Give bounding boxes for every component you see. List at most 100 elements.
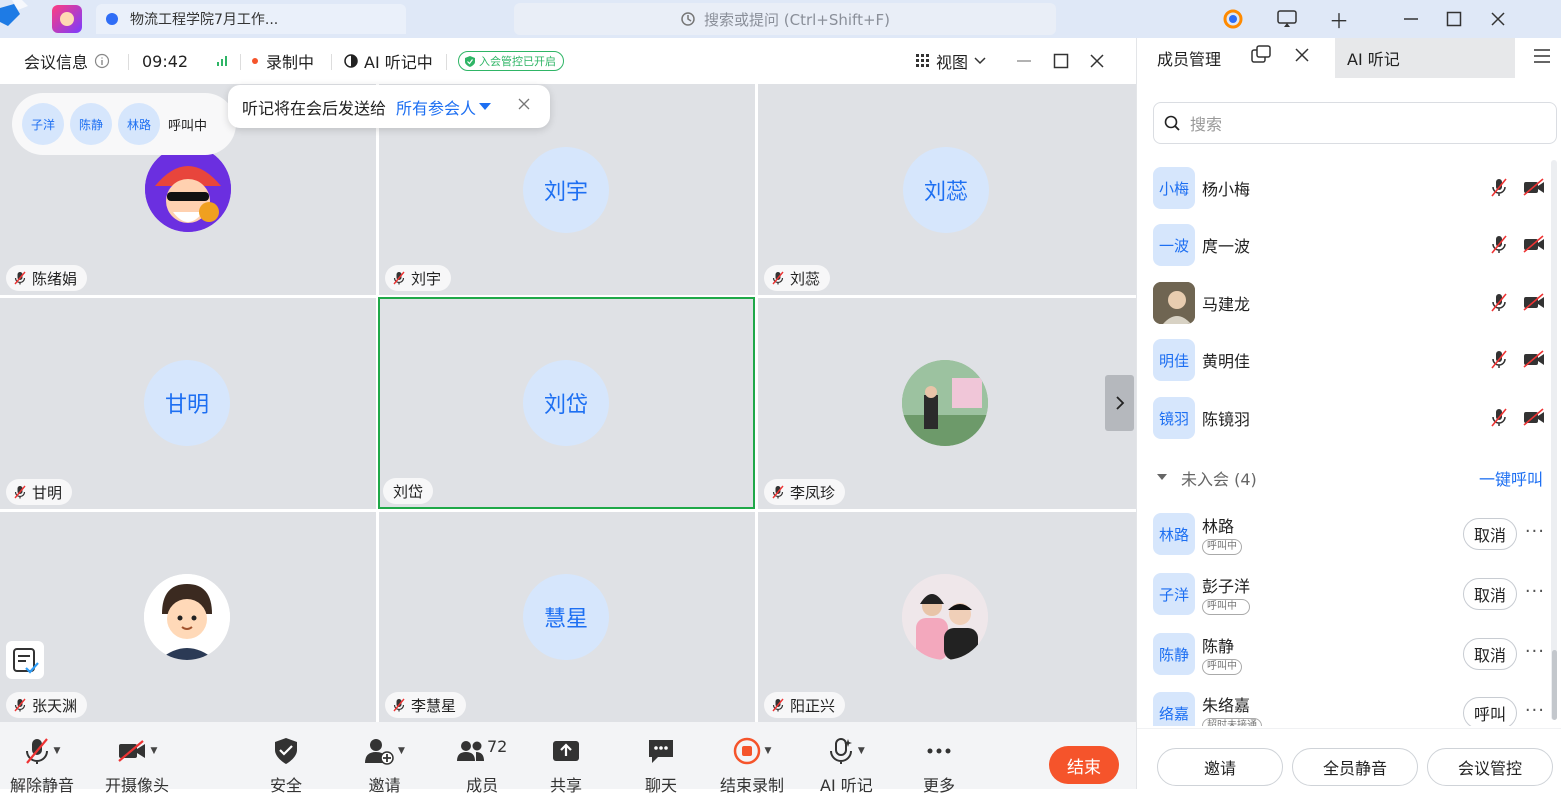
app-avatar-icon[interactable] (52, 5, 82, 33)
member-avatar: 小梅 (1153, 167, 1195, 209)
more-options-icon[interactable]: ··· (1525, 581, 1545, 602)
invite-button[interactable]: ▼ 邀请 (364, 736, 405, 796)
chevron-down-icon (974, 57, 986, 65)
share-label: 共享 (550, 776, 583, 795)
ai-notes-button[interactable]: ▼ AI 听记 (820, 736, 873, 796)
ai-listening-status[interactable]: AI 听记中 (344, 38, 433, 84)
more-options-icon[interactable]: ··· (1525, 700, 1545, 721)
browser-search-box[interactable]: 搜索或提问 (Ctrl+Shift+F) (514, 3, 1056, 35)
admission-control-badge[interactable]: 入会管控已开启 (458, 38, 564, 84)
notes-shortcut-button[interactable] (6, 641, 44, 679)
member-muted-mic-icon[interactable] (1491, 178, 1507, 198)
call-status-badge: 呼叫中 (1202, 539, 1242, 555)
member-camera-off-icon[interactable] (1523, 293, 1545, 313)
not-joined-section-toggle[interactable]: 未入会 (4) (1157, 466, 1257, 490)
hamburger-menu-icon[interactable] (1533, 48, 1551, 64)
video-grid: 陈绪娟 刘宇 刘宇 刘蕊 刘蕊 甘明 甘明 刘岱 刘岱 李凤珍 张天渊 慧星 李… (0, 84, 1136, 722)
not-joined-label: 未入会 (4) (1181, 470, 1257, 489)
cancel-call-button[interactable]: 取消 (1463, 638, 1517, 670)
call-status-badge: 超时未接通 (1202, 718, 1262, 726)
member-row[interactable]: 镜羽 陈镜羽 (1153, 397, 1545, 439)
browser-search-placeholder: 搜索或提问 (Ctrl+Shift+F) (703, 10, 891, 29)
camera-button[interactable]: ▼ 开摄像头 (105, 736, 169, 796)
browser-ai-icon[interactable] (1222, 8, 1244, 30)
minimize-icon[interactable] (1400, 8, 1422, 30)
member-search-placeholder: 搜索 (1190, 115, 1223, 134)
call-button[interactable]: 呼叫 (1463, 697, 1517, 726)
next-page-button[interactable] (1105, 375, 1134, 431)
muted-mic-icon (14, 271, 26, 285)
maximize-icon[interactable] (1443, 8, 1465, 30)
muted-mic-icon (772, 485, 784, 499)
shield-check-icon (465, 55, 475, 67)
meeting-close-icon[interactable] (1089, 38, 1105, 84)
active-speaker-tile[interactable]: 刘岱 刘岱 (378, 297, 755, 509)
member-muted-mic-icon[interactable] (1491, 408, 1507, 428)
security-button[interactable]: 安全 (270, 736, 302, 796)
toast-close-icon[interactable] (518, 98, 530, 110)
member-camera-off-icon[interactable] (1523, 408, 1545, 428)
mute-all-button[interactable]: 全员静音 (1292, 748, 1418, 786)
camera-label: 开摄像头 (105, 776, 170, 795)
tab-ai-notes[interactable]: AI 听记 (1335, 38, 1515, 78)
video-tile[interactable]: 阳正兴 (758, 512, 1136, 722)
recipients-dropdown[interactable]: 所有参会人 (396, 95, 492, 119)
photo-outdoor-avatar-icon (902, 360, 988, 446)
tab-member-management[interactable]: 成员管理 (1157, 40, 1221, 76)
view-menu-button[interactable]: 视图 (916, 38, 986, 84)
member-camera-off-icon[interactable] (1523, 178, 1545, 198)
cartoon-santa-avatar-icon (145, 146, 231, 232)
meeting-maximize-icon[interactable] (1053, 38, 1069, 84)
cancel-call-button[interactable]: 取消 (1463, 518, 1517, 550)
member-camera-off-icon[interactable] (1523, 350, 1545, 370)
stop-recording-button[interactable]: ▼ 结束录制 (720, 736, 784, 796)
video-tile[interactable]: 刘蕊 刘蕊 (758, 84, 1136, 295)
end-meeting-button[interactable]: 结束 (1049, 746, 1119, 784)
member-muted-mic-icon[interactable] (1491, 293, 1507, 313)
video-tile[interactable]: 张天渊 (0, 512, 376, 722)
member-row[interactable]: 一波 庹一波 (1153, 224, 1545, 266)
member-muted-mic-icon[interactable] (1491, 350, 1507, 370)
members-button[interactable]: 72 成员 (457, 736, 507, 796)
search-icon (1164, 115, 1180, 131)
panel-scrollbar-track[interactable] (1551, 160, 1557, 720)
video-tile[interactable]: 慧星 李慧星 (379, 512, 755, 722)
more-button[interactable]: 更多 (923, 736, 955, 796)
meeting-info-button[interactable]: 会议信息 (24, 38, 110, 84)
close-window-icon[interactable] (1487, 8, 1509, 30)
popout-icon[interactable] (1251, 44, 1271, 64)
member-search-input[interactable]: 搜索 (1153, 102, 1557, 144)
shield-icon (275, 738, 297, 764)
invite-member-button[interactable]: 邀请 (1157, 748, 1283, 786)
member-camera-off-icon[interactable] (1523, 235, 1545, 255)
unmute-button[interactable]: ▼ 解除静音 (10, 736, 74, 796)
video-tile[interactable]: 甘明 甘明 (0, 298, 376, 509)
members-icon (457, 741, 484, 761)
chat-button[interactable]: 聊天 (645, 736, 677, 796)
calling-indicator[interactable]: 子洋 陈静 林路 呼叫中 (12, 93, 236, 155)
member-avatar: 林路 (1153, 513, 1195, 555)
member-row[interactable]: 马建龙 (1153, 282, 1545, 324)
video-tile[interactable]: 李凤珍 (758, 298, 1136, 509)
tab-ai-notes-label: AI 听记 (1347, 50, 1400, 69)
meeting-control-button[interactable]: 会议管控 (1427, 748, 1553, 786)
more-options-icon[interactable]: ··· (1525, 641, 1545, 662)
member-row[interactable]: 明佳 黄明佳 (1153, 339, 1545, 381)
cancel-call-button[interactable]: 取消 (1463, 578, 1517, 610)
browser-tab[interactable]: 物流工程学院7月工作... (96, 4, 406, 34)
recording-status[interactable]: 录制中 (252, 38, 314, 84)
share-button[interactable]: 共享 (550, 736, 582, 796)
call-all-link[interactable]: 一键呼叫 (1479, 466, 1543, 490)
new-tab-icon[interactable]: ＋ (1328, 8, 1350, 33)
cast-icon[interactable] (1276, 8, 1298, 30)
more-options-icon[interactable]: ··· (1525, 521, 1545, 542)
member-name: 庹一波 (1202, 237, 1251, 256)
meeting-minimize-icon[interactable] (1016, 38, 1032, 84)
muted-mic-icon (14, 485, 26, 499)
panel-close-icon[interactable] (1295, 47, 1309, 63)
stop-recording-label: 结束录制 (720, 776, 785, 795)
panel-scrollbar-thumb[interactable] (1552, 650, 1557, 720)
member-muted-mic-icon[interactable] (1491, 235, 1507, 255)
unmute-label: 解除静音 (10, 776, 75, 795)
member-row[interactable]: 小梅 杨小梅 (1153, 167, 1545, 209)
